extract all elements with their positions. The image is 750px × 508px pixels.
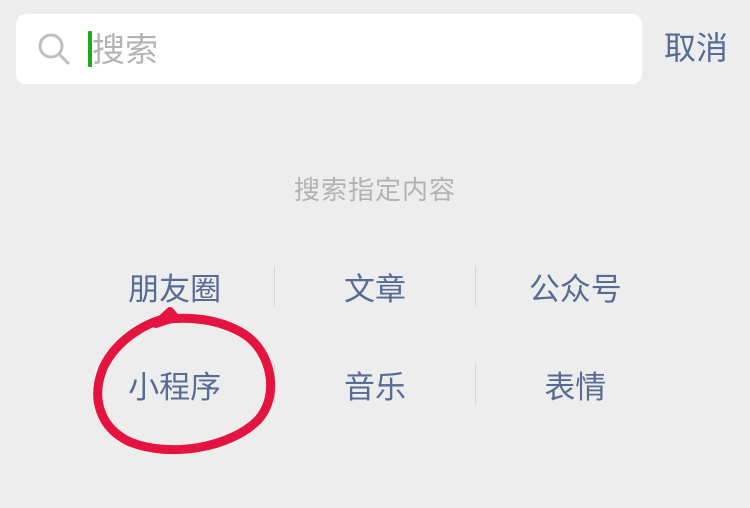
filter-row: 朋友圈 文章 公众号 bbox=[75, 258, 675, 314]
filter-articles[interactable]: 文章 bbox=[275, 264, 474, 309]
search-input[interactable] bbox=[92, 14, 632, 84]
filter-stickers[interactable]: 表情 bbox=[476, 362, 675, 407]
search-icon bbox=[38, 33, 70, 65]
filter-music[interactable]: 音乐 bbox=[275, 362, 474, 407]
filter-official-accounts[interactable]: 公众号 bbox=[476, 264, 675, 309]
filter-mini-programs[interactable]: 小程序 bbox=[75, 362, 274, 407]
filter-moments[interactable]: 朋友圈 bbox=[75, 264, 274, 309]
search-bar bbox=[16, 14, 642, 84]
search-filter-title: 搜索指定内容 bbox=[293, 176, 456, 206]
cancel-button[interactable]: 取消 bbox=[664, 26, 734, 70]
search-filter-grid: 朋友圈 文章 公众号 小程序 音乐 表情 bbox=[75, 258, 675, 454]
filter-row: 小程序 音乐 表情 bbox=[75, 356, 675, 412]
